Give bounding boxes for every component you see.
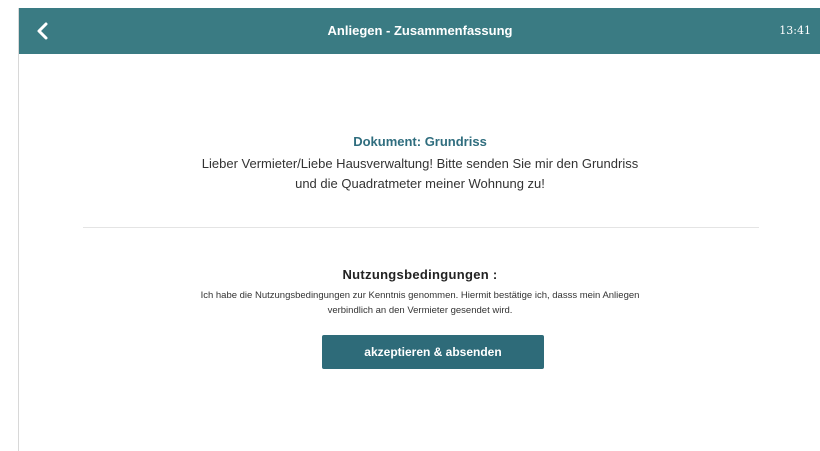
top-bar: Anliegen - Zusammenfassung 13:41	[19, 8, 820, 54]
accept-and-send-button[interactable]: akzeptieren & absenden	[322, 335, 544, 369]
app-screen: Anliegen - Zusammenfassung 13:41 Dokumen…	[18, 8, 820, 451]
section-divider	[83, 227, 759, 228]
terms-text: Ich habe die Nutzungsbedingungen zur Ken…	[200, 290, 640, 316]
document-heading: Dokument: Grundriss	[353, 134, 487, 149]
document-text: Lieber Vermieter/Liebe Hausverwaltung! B…	[201, 156, 639, 191]
status-time: 13:41	[779, 24, 811, 37]
page-title: Anliegen - Zusammenfassung	[327, 23, 513, 38]
terms-heading: Nutzungsbedingungen :	[342, 267, 498, 282]
